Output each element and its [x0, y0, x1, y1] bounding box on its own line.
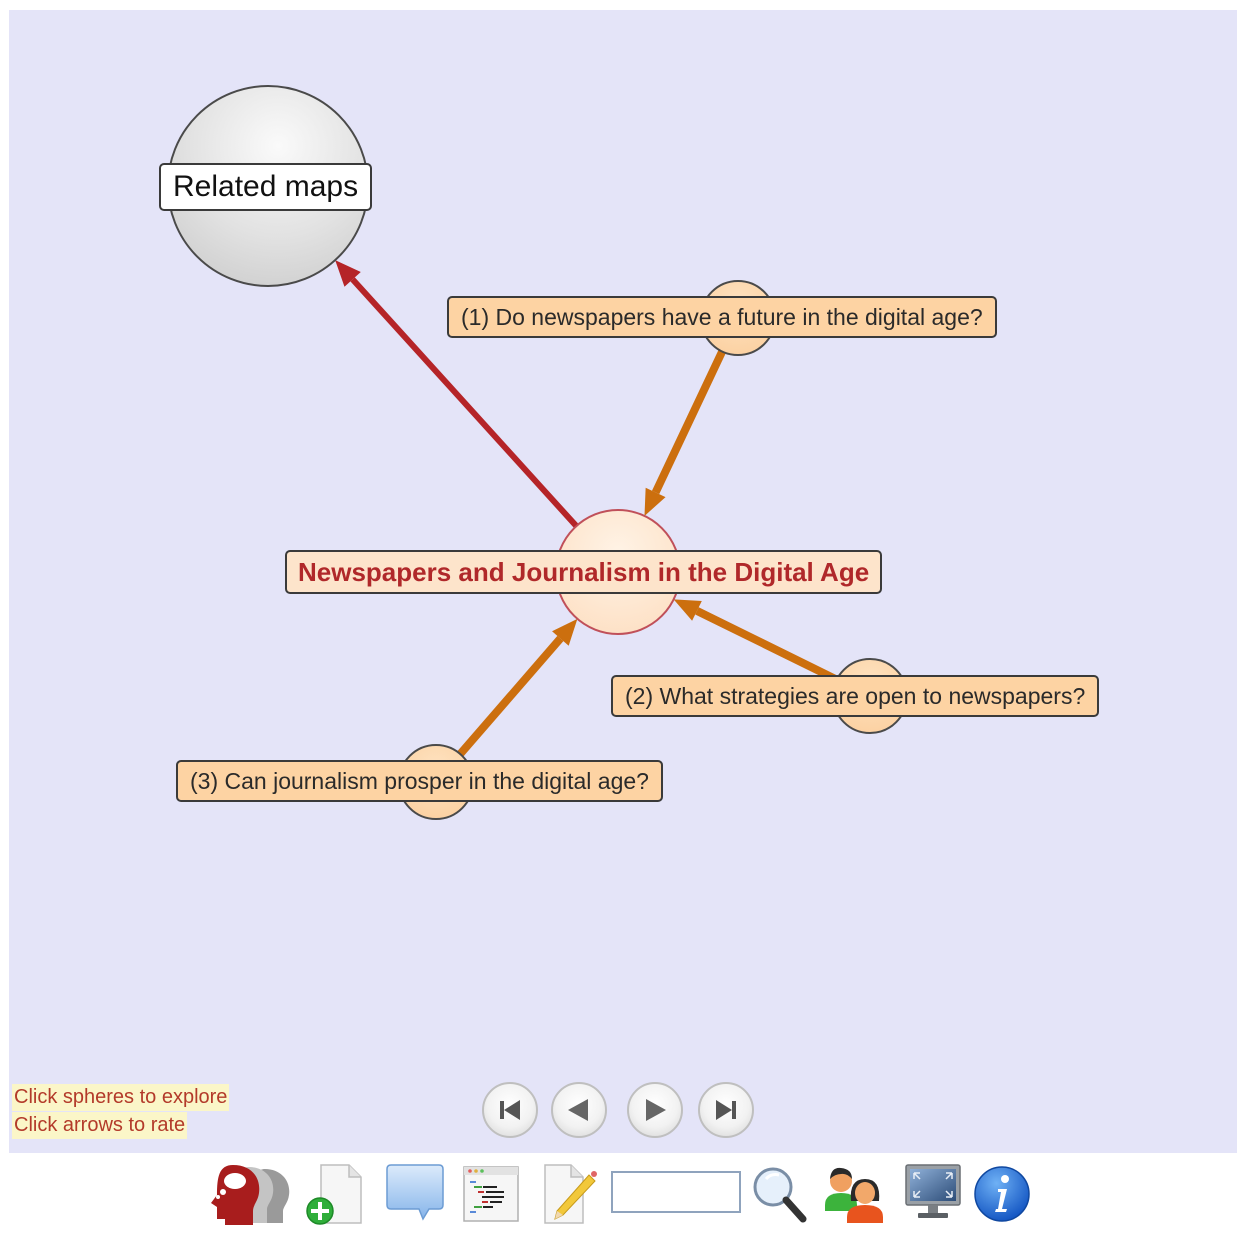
magnifier-icon — [753, 1167, 807, 1223]
link-arrow-q1-to-central[interactable] — [644, 349, 726, 516]
hint-rate: Click arrows to rate — [12, 1112, 188, 1139]
info-button[interactable] — [972, 1161, 1032, 1227]
comment-button[interactable] — [383, 1161, 447, 1227]
last-button[interactable] — [698, 1082, 754, 1138]
link-arrow-q3-to-central[interactable] — [457, 618, 578, 757]
code-window-icon — [463, 1166, 519, 1222]
hint-explore: Click spheres to explore — [12, 1084, 230, 1111]
edit-button[interactable] — [541, 1161, 601, 1227]
new-map-button[interactable] — [303, 1161, 365, 1227]
link-shaft[interactable] — [651, 349, 726, 495]
link-shaft[interactable] — [695, 607, 839, 684]
next-icon — [646, 1099, 666, 1121]
info-icon — [974, 1166, 1030, 1222]
new-document-icon — [306, 1164, 362, 1225]
fullscreen-monitor-icon — [905, 1164, 961, 1218]
question-label-1[interactable]: (1) Do newspapers have a future in the d… — [447, 296, 997, 338]
source-view-button[interactable] — [461, 1161, 521, 1227]
heads-logo-icon — [211, 1165, 290, 1225]
bottom-toolbar — [0, 1153, 1248, 1248]
previous-icon — [568, 1099, 588, 1121]
fullscreen-button[interactable] — [903, 1161, 963, 1227]
edit-document-icon — [544, 1164, 597, 1224]
link-shaft[interactable] — [457, 635, 564, 757]
home-logo-button[interactable] — [203, 1161, 295, 1227]
users-icon — [825, 1167, 883, 1223]
next-button[interactable] — [627, 1082, 683, 1138]
speech-bubble-icon — [386, 1164, 444, 1221]
users-button[interactable] — [821, 1161, 891, 1227]
skip-last-icon — [716, 1100, 736, 1120]
skip-first-icon — [500, 1100, 520, 1120]
previous-button[interactable] — [551, 1082, 607, 1138]
first-button[interactable] — [482, 1082, 538, 1138]
search-button[interactable] — [749, 1161, 811, 1227]
central-topic-label[interactable]: Newspapers and Journalism in the Digital… — [285, 550, 883, 594]
related-maps-label[interactable]: Related maps — [159, 163, 373, 211]
question-label-3[interactable]: (3) Can journalism prosper in the digita… — [176, 760, 663, 802]
map-canvas[interactable]: Related maps (1) Do newspapers have a fu… — [9, 10, 1237, 1153]
link-arrow-q2-to-central[interactable] — [673, 599, 839, 684]
search-input[interactable] — [611, 1171, 741, 1213]
question-label-2[interactable]: (2) What strategies are open to newspape… — [611, 675, 1100, 717]
